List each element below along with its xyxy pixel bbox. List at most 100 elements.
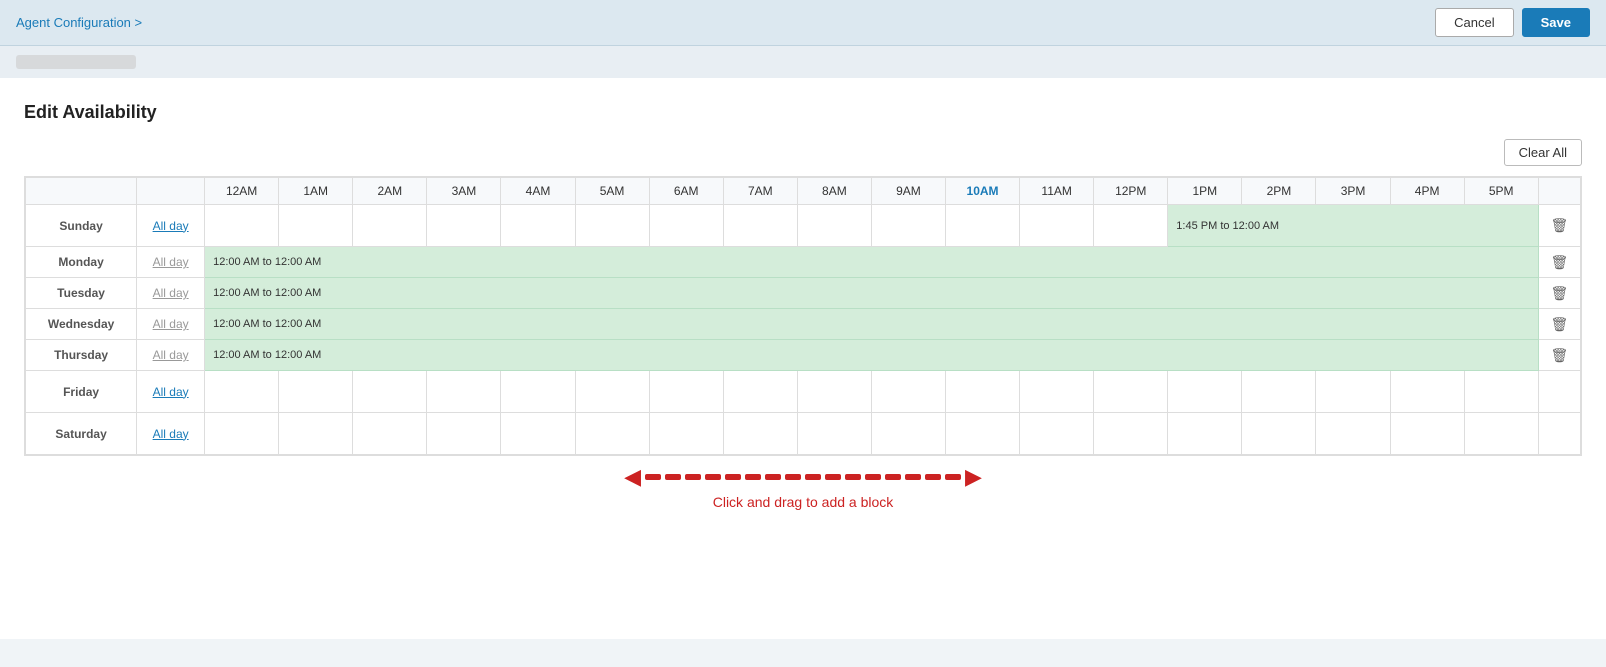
time-cell[interactable]: [871, 371, 945, 413]
allday-cell-tuesday[interactable]: All day: [137, 278, 205, 309]
time-cell[interactable]: [1242, 371, 1316, 413]
allday-cell-wednesday[interactable]: All day: [137, 309, 205, 340]
time-cell[interactable]: [1242, 413, 1316, 455]
time-cell[interactable]: [427, 413, 501, 455]
time-cell[interactable]: [501, 413, 575, 455]
allday-link-monday[interactable]: All day: [153, 255, 189, 269]
time-cell[interactable]: [501, 371, 575, 413]
save-button[interactable]: Save: [1522, 8, 1590, 37]
time-block-tuesday[interactable]: 12:00 AM to 12:00 AM: [205, 278, 1539, 309]
delete-cell-sunday[interactable]: 🗑: [1538, 205, 1580, 247]
allday-cell-sunday[interactable]: All day: [137, 205, 205, 247]
time-header-12pm: 12PM: [1094, 178, 1168, 205]
time-header-3pm: 3PM: [1316, 178, 1390, 205]
allday-link-friday[interactable]: All day: [153, 385, 189, 399]
delete-cell-thursday[interactable]: 🗑: [1538, 340, 1580, 371]
time-cell[interactable]: [501, 205, 575, 247]
allday-cell-friday[interactable]: All day: [137, 371, 205, 413]
allday-cell-monday[interactable]: All day: [137, 247, 205, 278]
allday-cell-thursday[interactable]: All day: [137, 340, 205, 371]
allday-cell-saturday[interactable]: All day: [137, 413, 205, 455]
time-cell[interactable]: [427, 205, 501, 247]
time-cell[interactable]: [279, 413, 353, 455]
time-cell[interactable]: [1316, 413, 1390, 455]
time-header-2pm: 2PM: [1242, 178, 1316, 205]
breadcrumb[interactable]: Agent Configuration >: [16, 15, 142, 30]
delete-cell-wednesday[interactable]: 🗑: [1538, 309, 1580, 340]
allday-link-wednesday[interactable]: All day: [153, 317, 189, 331]
time-cell[interactable]: [205, 371, 279, 413]
time-cell[interactable]: [353, 413, 427, 455]
time-cell[interactable]: [205, 413, 279, 455]
time-cell[interactable]: [1094, 413, 1168, 455]
time-cell[interactable]: [575, 205, 649, 247]
time-cell[interactable]: [946, 371, 1020, 413]
allday-link-tuesday[interactable]: All day: [153, 286, 189, 300]
time-cell[interactable]: [353, 371, 427, 413]
time-cell[interactable]: [1390, 413, 1464, 455]
time-cell[interactable]: [1020, 413, 1094, 455]
dash-dot: [745, 474, 761, 480]
time-cell[interactable]: [575, 371, 649, 413]
time-cell[interactable]: [946, 413, 1020, 455]
delete-button-tuesday[interactable]: 🗑: [1546, 281, 1572, 306]
time-cell[interactable]: [723, 371, 797, 413]
time-block-sunday[interactable]: 1:45 PM to 12:00 AM: [1168, 205, 1538, 247]
allday-link-saturday[interactable]: All day: [153, 427, 189, 441]
time-cell[interactable]: [649, 205, 723, 247]
time-cell[interactable]: [575, 413, 649, 455]
delete-button-wednesday[interactable]: 🗑: [1546, 312, 1572, 337]
time-cell[interactable]: [1094, 371, 1168, 413]
dash-dot: [825, 474, 841, 480]
time-cell[interactable]: [649, 413, 723, 455]
time-cell[interactable]: [1316, 371, 1390, 413]
dash-dot: [785, 474, 801, 480]
delete-button-sunday[interactable]: 🗑: [1546, 213, 1572, 238]
time-block-wednesday[interactable]: 12:00 AM to 12:00 AM: [205, 309, 1539, 340]
cancel-button[interactable]: Cancel: [1435, 8, 1513, 37]
empty-header-day: [26, 178, 137, 205]
delete-cell-tuesday[interactable]: 🗑: [1538, 278, 1580, 309]
allday-link-thursday[interactable]: All day: [153, 348, 189, 362]
time-cell[interactable]: [797, 371, 871, 413]
allday-link-sunday[interactable]: All day: [153, 219, 189, 233]
time-cell[interactable]: [1464, 371, 1538, 413]
main-content: Edit Availability Clear All 12AM1AM2AM3A…: [0, 78, 1606, 639]
clear-all-button[interactable]: Clear All: [1504, 139, 1582, 166]
time-cell[interactable]: [649, 371, 723, 413]
delete-cell-monday[interactable]: 🗑: [1538, 247, 1580, 278]
time-cell[interactable]: [1168, 413, 1242, 455]
time-cell[interactable]: [1094, 205, 1168, 247]
time-cell[interactable]: [1020, 205, 1094, 247]
time-cell[interactable]: [871, 413, 945, 455]
dash-dot: [765, 474, 781, 480]
delete-cell-saturday: [1538, 413, 1580, 455]
time-cell[interactable]: [279, 371, 353, 413]
time-cell[interactable]: [1464, 413, 1538, 455]
time-block-thursday[interactable]: 12:00 AM to 12:00 AM: [205, 340, 1539, 371]
time-cell[interactable]: [723, 205, 797, 247]
delete-cell-friday: [1538, 371, 1580, 413]
time-cell[interactable]: [946, 205, 1020, 247]
day-label-friday: Friday: [26, 371, 137, 413]
time-cell[interactable]: [871, 205, 945, 247]
time-cell[interactable]: [797, 205, 871, 247]
dash-dot: [665, 474, 681, 480]
time-header-4am: 4AM: [501, 178, 575, 205]
time-cell[interactable]: [1020, 371, 1094, 413]
delete-header: [1538, 178, 1580, 205]
dash-dot: [845, 474, 861, 480]
time-cell[interactable]: [723, 413, 797, 455]
time-block-monday[interactable]: 12:00 AM to 12:00 AM: [205, 247, 1539, 278]
availability-grid: 12AM1AM2AM3AM4AM5AM6AM7AM8AM9AM10AM11AM1…: [25, 177, 1581, 455]
time-cell[interactable]: [797, 413, 871, 455]
time-cell[interactable]: [353, 205, 427, 247]
time-header-4pm: 4PM: [1390, 178, 1464, 205]
time-cell[interactable]: [427, 371, 501, 413]
time-cell[interactable]: [205, 205, 279, 247]
time-cell[interactable]: [1168, 371, 1242, 413]
delete-button-thursday[interactable]: 🗑: [1546, 343, 1572, 368]
time-cell[interactable]: [279, 205, 353, 247]
time-cell[interactable]: [1390, 371, 1464, 413]
delete-button-monday[interactable]: 🗑: [1546, 250, 1572, 275]
